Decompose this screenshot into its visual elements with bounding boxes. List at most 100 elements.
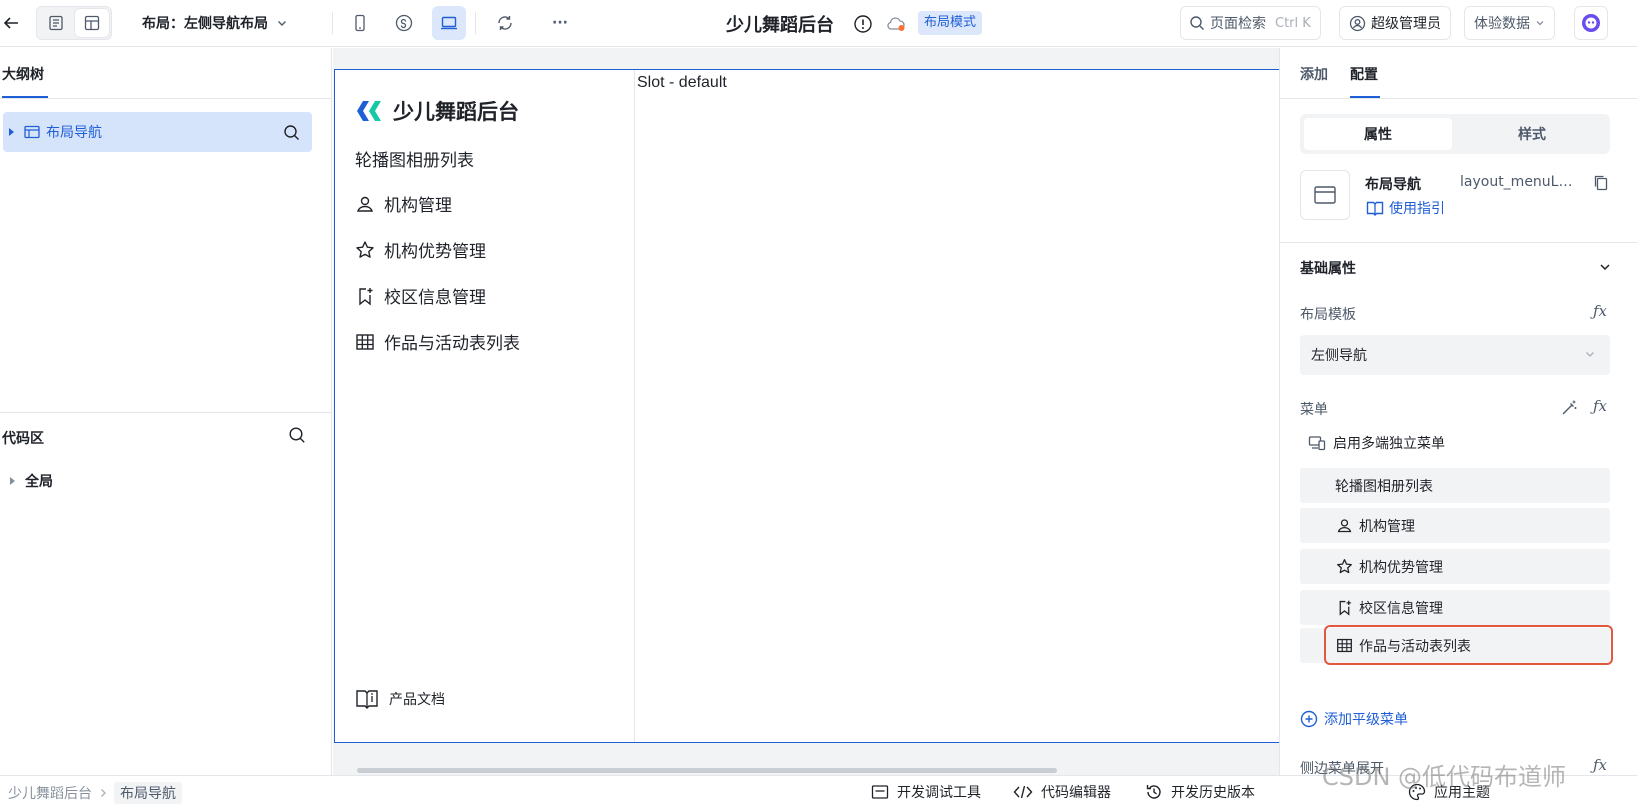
multi-device-icon xyxy=(1308,435,1326,451)
tree-item-layout-nav[interactable]: 布局导航 xyxy=(3,112,312,152)
book-icon xyxy=(355,688,379,710)
menu-item-label: 校区信息管理 xyxy=(384,288,486,308)
divider xyxy=(1280,242,1637,243)
add-sibling-menu-button[interactable]: 添加平级菜单 xyxy=(1300,709,1408,729)
star-icon xyxy=(355,240,375,260)
refresh-icon[interactable] xyxy=(488,6,522,40)
right-panel: 添加 配置 属性 样式 布局导航 layout_menuLay... 使用指引 … xyxy=(1279,48,1637,775)
code-editor-label: 代码编辑器 xyxy=(1041,785,1111,801)
menu-item-carousel[interactable]: 轮播图相册列表 xyxy=(355,146,474,171)
layout-view-icon[interactable] xyxy=(75,9,109,37)
cloud-status-icon[interactable] xyxy=(885,15,907,33)
menu-row-label: 校区信息管理 xyxy=(1359,600,1443,617)
mobile-preview-icon[interactable] xyxy=(343,6,377,40)
usage-guide-link[interactable]: 使用指引 xyxy=(1366,198,1445,218)
open-book-icon xyxy=(1366,200,1384,216)
back-arrow-icon[interactable] xyxy=(2,14,20,32)
menu-config-row[interactable]: 机构管理 xyxy=(1300,508,1610,543)
dev-history-button[interactable]: 开发历史版本 xyxy=(1145,782,1255,802)
user-menu-button[interactable]: 超级管理员 xyxy=(1339,6,1451,40)
breadcrumb-current[interactable]: 布局导航 xyxy=(114,782,182,804)
magic-wand-icon[interactable] xyxy=(1560,399,1578,417)
menu-item-org-advantage[interactable]: 机构优势管理 xyxy=(355,237,486,262)
chevron-right-icon xyxy=(98,788,108,798)
code-item-global[interactable]: 全局 xyxy=(10,471,53,491)
layout-prefix: 布局： xyxy=(142,16,184,32)
desktop-preview-icon[interactable] xyxy=(432,6,466,40)
dev-debug-tool-button[interactable]: 开发调试工具 xyxy=(871,782,981,802)
location-user-icon xyxy=(355,194,375,214)
chevron-down-icon xyxy=(1584,348,1596,360)
menu-config-row[interactable]: 轮播图相册列表 xyxy=(1300,468,1610,503)
debug-tool-label: 开发调试工具 xyxy=(897,785,981,801)
product-docs-link[interactable]: 产品文档 xyxy=(355,688,445,710)
code-icon xyxy=(1013,784,1033,800)
menu-item-label: 作品与活动表列表 xyxy=(384,334,520,354)
horizontal-scrollbar[interactable] xyxy=(357,768,1057,773)
left-panel: 大纲树 布局导航 代码区 全局 xyxy=(0,48,332,775)
divider xyxy=(1280,98,1637,99)
menu-config-row[interactable]: 机构优势管理 xyxy=(1300,549,1610,584)
chevron-down-icon xyxy=(1535,18,1545,28)
search-icon[interactable] xyxy=(283,124,300,141)
user-label: 超级管理员 xyxy=(1371,16,1441,32)
menu-item-works[interactable]: 作品与活动表列表 xyxy=(355,329,520,354)
menu-item-label: 机构管理 xyxy=(384,196,452,216)
code-area-title: 代码区 xyxy=(2,431,44,447)
page-search-input[interactable]: 页面检索 Ctrl K xyxy=(1180,6,1321,40)
usage-guide-label: 使用指引 xyxy=(1389,201,1445,217)
multi-device-menu-toggle[interactable]: 启用多端独立菜单 xyxy=(1308,433,1445,453)
property-style-switch: 属性 样式 xyxy=(1300,114,1610,154)
caret-right-icon[interactable] xyxy=(10,477,15,485)
add-menu-label: 添加平级菜单 xyxy=(1324,712,1408,728)
caret-right-icon[interactable] xyxy=(9,128,14,136)
tab-add[interactable]: 添加 xyxy=(1300,64,1328,84)
brand-name: 少儿舞蹈后台 xyxy=(393,100,519,124)
brand: 少儿舞蹈后台 xyxy=(355,96,519,126)
product-docs-label: 产品文档 xyxy=(389,692,445,708)
breadcrumb-app[interactable]: 少儿舞蹈后台 xyxy=(8,783,92,803)
side-menu-pane: 少儿舞蹈后台 轮播图相册列表 机构管理 机构优势管理 校区信息管理 作品与活动表… xyxy=(335,70,635,742)
table-grid-icon xyxy=(355,332,375,352)
tab-styles[interactable]: 样式 xyxy=(1458,118,1606,150)
layout-template-select[interactable]: 左侧导航 xyxy=(1300,335,1610,375)
menu-label: 菜单 xyxy=(1300,402,1328,418)
toolbar-divider xyxy=(475,12,476,34)
logo-icon xyxy=(355,99,383,123)
search-icon[interactable] xyxy=(288,426,306,444)
more-icon[interactable]: ··· xyxy=(543,6,577,40)
user-icon xyxy=(1349,15,1366,32)
tab-config[interactable]: 配置 xyxy=(1350,64,1378,84)
formula-icon[interactable]: ƒx xyxy=(1593,756,1607,774)
info-icon[interactable] xyxy=(853,14,873,34)
tab-properties[interactable]: 属性 xyxy=(1304,118,1452,150)
location-user-icon xyxy=(1336,517,1353,534)
plus-circle-icon xyxy=(1300,710,1318,728)
toolbar-divider xyxy=(332,12,333,34)
slot-default-label: Slot - default xyxy=(637,74,727,91)
layout-frame[interactable]: 少儿舞蹈后台 轮播图相册列表 机构管理 机构优势管理 校区信息管理 作品与活动表… xyxy=(334,69,1280,743)
copy-icon[interactable] xyxy=(1593,174,1609,192)
miniprogram-preview-icon[interactable] xyxy=(387,6,421,40)
code-editor-button[interactable]: 代码编辑器 xyxy=(1013,782,1111,802)
breadcrumb: 少儿舞蹈后台 布局导航 xyxy=(8,782,182,804)
formula-icon[interactable]: ƒx xyxy=(1593,302,1607,320)
tab-outline-tree[interactable]: 大纲树 xyxy=(2,64,44,84)
section-basic-props[interactable]: 基础属性 xyxy=(1300,258,1356,278)
chevron-down-icon[interactable] xyxy=(1598,260,1612,274)
multi-menu-label: 启用多端独立菜单 xyxy=(1333,436,1445,452)
formula-icon[interactable]: ƒx xyxy=(1593,397,1607,415)
page-view-icon[interactable] xyxy=(39,9,73,37)
menu-item-org[interactable]: 机构管理 xyxy=(355,191,452,216)
menu-item-campus[interactable]: 校区信息管理 xyxy=(355,283,486,308)
debug-panel-icon xyxy=(871,784,889,800)
menu-config-row[interactable]: 校区信息管理 xyxy=(1300,590,1610,625)
assistant-avatar-icon[interactable] xyxy=(1574,6,1608,40)
history-label: 开发历史版本 xyxy=(1171,785,1255,801)
data-source-select[interactable]: 体验数据 xyxy=(1464,6,1555,40)
layout-selector[interactable]: 布局： 左侧导航布局 xyxy=(142,12,288,34)
menu-row-label: 机构管理 xyxy=(1359,518,1415,535)
menu-item-label: 机构优势管理 xyxy=(384,242,486,262)
view-switch xyxy=(36,6,112,40)
layout-component-icon xyxy=(1300,170,1350,220)
